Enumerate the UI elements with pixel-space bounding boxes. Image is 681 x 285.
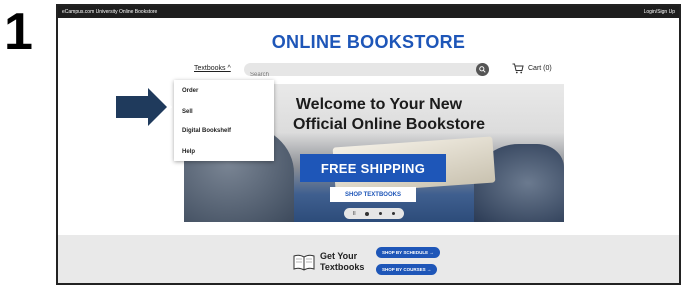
dropdown-item-sell[interactable]: Sell bbox=[182, 109, 193, 115]
book-icon bbox=[293, 254, 315, 271]
get-your-label: Get Your bbox=[320, 251, 358, 261]
shop-textbooks-button[interactable]: SHOP TEXTBOOKS bbox=[330, 187, 416, 202]
dropdown-item-digital-bookshelf[interactable]: Digital Bookshelf bbox=[182, 128, 231, 134]
shop-by-schedule-button[interactable]: SHOP BY SCHEDULE → bbox=[376, 247, 440, 258]
carousel-controls: II bbox=[344, 208, 404, 219]
carousel-dot-3[interactable] bbox=[392, 212, 396, 215]
hero-heading-line2: Official Online Bookstore bbox=[292, 116, 486, 133]
dropdown-item-order[interactable]: Order bbox=[182, 88, 198, 94]
search-icon bbox=[479, 66, 486, 73]
dropdown-item-help[interactable]: Help bbox=[182, 149, 195, 155]
carousel-dot-2[interactable] bbox=[379, 212, 383, 215]
step-number: 1 bbox=[4, 3, 33, 61]
get-textbooks-promo: Get Your Textbooks bbox=[292, 251, 364, 273]
shop-by-courses-button[interactable]: SHOP BY COURSES → bbox=[376, 264, 438, 275]
arrow-pointer-icon bbox=[112, 82, 172, 132]
carousel-dot-1[interactable] bbox=[365, 211, 370, 216]
carousel-pause-button[interactable]: II bbox=[353, 211, 356, 217]
search-bar[interactable] bbox=[244, 63, 489, 82]
search-input[interactable] bbox=[244, 68, 464, 82]
textbooks-label: Textbooks bbox=[320, 262, 365, 272]
cart-icon bbox=[512, 63, 524, 74]
hero-heading-line1: Welcome to Your New bbox=[295, 96, 463, 113]
cart-link[interactable]: Cart (0) bbox=[512, 63, 552, 74]
free-shipping-banner: FREE SHIPPING bbox=[300, 154, 446, 182]
textbooks-dropdown-menu: Order Sell Digital Bookshelf Help bbox=[174, 80, 274, 161]
textbooks-menu-toggle[interactable]: Textbooks ^ bbox=[194, 65, 231, 72]
search-button[interactable] bbox=[476, 63, 489, 76]
cart-label: Cart (0) bbox=[528, 65, 552, 72]
login-signup-link[interactable]: Login/Sign Up bbox=[644, 9, 675, 15]
page-title: ONLINE BOOKSTORE bbox=[271, 32, 466, 52]
top-bar: eCampus.com University Online Bookstore … bbox=[58, 6, 679, 18]
topbar-site-name: eCampus.com University Online Bookstore bbox=[62, 9, 158, 15]
bottom-banner bbox=[58, 235, 679, 283]
browser-frame: eCampus.com University Online Bookstore … bbox=[56, 4, 681, 285]
nav-row: Textbooks ^ Cart (0) bbox=[194, 63, 679, 82]
